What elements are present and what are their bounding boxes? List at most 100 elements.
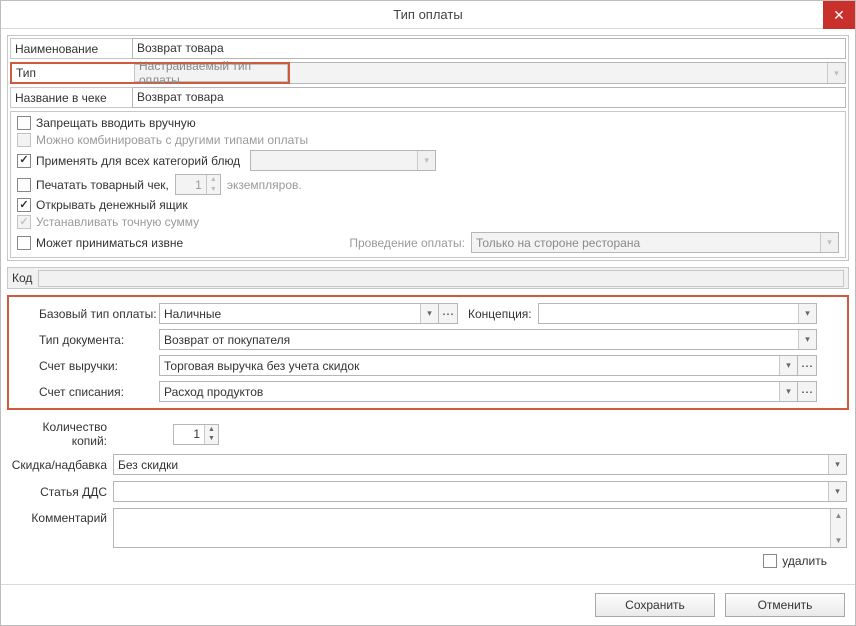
- writeoff-account-combo[interactable]: Расход продуктов ▾: [159, 381, 798, 402]
- upper-panel: Наименование Возврат товара Тип Настраив…: [7, 35, 849, 261]
- row-delete: удалить: [9, 554, 847, 568]
- apply-all-cats-checkbox[interactable]: [17, 154, 31, 168]
- comment-textarea[interactable]: ▲ ▼: [113, 508, 847, 548]
- doc-type-label: Тип документа:: [39, 333, 159, 347]
- code-input: [38, 270, 844, 287]
- name-input[interactable]: Возврат товара: [132, 38, 846, 59]
- processing-label: Проведение оплаты:: [349, 236, 465, 250]
- writeoff-account-ellipsis-button[interactable]: ⋯: [797, 381, 817, 402]
- cancel-button[interactable]: Отменить: [725, 593, 845, 617]
- row-dds: Статья ДДС ▾: [9, 481, 847, 502]
- base-type-combo[interactable]: Наличные ▾: [159, 303, 439, 324]
- open-drawer-label: Открывать денежный ящик: [36, 198, 188, 212]
- can-combine-label: Можно комбинировать с другими типами опл…: [36, 133, 308, 147]
- spin-up-icon[interactable]: ▲: [205, 425, 218, 435]
- row-revenue-account: Счет выручки: Торговая выручка без учета…: [39, 355, 817, 376]
- discount-label: Скидка/надбавка: [9, 458, 113, 472]
- row-open-drawer: Открывать денежный ящик: [17, 198, 839, 212]
- doc-type-combo[interactable]: Возврат от покупателя ▾: [159, 329, 817, 350]
- row-code: Код: [7, 267, 849, 289]
- revenue-account-ellipsis-button[interactable]: ⋯: [797, 355, 817, 376]
- base-payment-section: Базовый тип оплаты: Наличные ▾ ⋯ Концепц…: [7, 295, 849, 410]
- dds-label: Статья ДДС: [9, 485, 113, 499]
- close-button[interactable]: ✕: [823, 1, 855, 29]
- row-receipt-name: Название в чеке Возврат товара: [10, 87, 846, 108]
- receipt-name-label: Название в чеке: [10, 87, 132, 108]
- lower-section: Количество копий: 1 ▲▼ Скидка/надбавка Б…: [7, 416, 849, 574]
- accept-external-checkbox[interactable]: [17, 236, 31, 250]
- row-doc-type: Тип документа: Возврат от покупателя ▾: [39, 329, 817, 350]
- options-group: Запрещать вводить вручную Можно комбинир…: [10, 111, 846, 258]
- categories-combo: ▾: [250, 150, 436, 171]
- row-comment: Комментарий ▲ ▼: [9, 508, 847, 548]
- exact-amount-checkbox: [17, 215, 31, 229]
- dds-combo[interactable]: ▾: [113, 481, 847, 502]
- forbid-manual-label: Запрещать вводить вручную: [36, 116, 196, 130]
- row-copies: Количество копий: 1 ▲▼: [9, 420, 847, 448]
- row-accept-external: Может приниматься извне Проведение оплат…: [17, 232, 839, 253]
- type-combo: Настраиваемый тип оплаты: [134, 64, 288, 82]
- forbid-manual-checkbox[interactable]: [17, 116, 31, 130]
- titlebar: Тип оплаты ✕: [1, 1, 855, 29]
- spin-down-icon[interactable]: ▼: [205, 434, 218, 444]
- exact-amount-label: Устанавливать точную сумму: [36, 215, 199, 229]
- chevron-down-icon: ▾: [417, 151, 435, 170]
- comment-label: Комментарий: [9, 508, 113, 525]
- apply-all-cats-label: Применять для всех категорий блюд: [36, 154, 240, 168]
- chevron-down-icon: ▾: [827, 63, 845, 83]
- close-icon: ✕: [833, 8, 845, 22]
- footer: Сохранить Отменить: [1, 584, 855, 625]
- type-value: Настраиваемый тип оплаты: [139, 59, 287, 87]
- chevron-down-icon: ▾: [779, 382, 797, 401]
- window-title: Тип оплаты: [393, 7, 462, 22]
- print-copies-spinner: 1 ▲▼: [175, 174, 221, 195]
- row-name: Наименование Возврат товара: [10, 38, 846, 59]
- chevron-down-icon: ▾: [820, 233, 838, 252]
- accept-external-label: Может приниматься извне: [36, 236, 183, 250]
- save-button[interactable]: Сохранить: [595, 593, 715, 617]
- print-receipt-label: Печатать товарный чек,: [36, 178, 169, 192]
- dialog-window: Тип оплаты ✕ Наименование Возврат товара…: [0, 0, 856, 626]
- row-can-combine: Можно комбинировать с другими типами опл…: [17, 133, 839, 147]
- row-base-type: Базовый тип оплаты: Наличные ▾ ⋯ Концепц…: [39, 303, 817, 324]
- writeoff-account-label: Счет списания:: [39, 385, 159, 399]
- discount-combo[interactable]: Без скидки ▾: [113, 454, 847, 475]
- print-copies-suffix: экземпляров.: [227, 178, 302, 192]
- spin-up-icon: ▲: [207, 175, 220, 185]
- row-writeoff-account: Счет списания: Расход продуктов ▾ ⋯: [39, 381, 817, 402]
- revenue-account-label: Счет выручки:: [39, 359, 159, 373]
- row-apply-all-cats: Применять для всех категорий блюд ▾: [17, 150, 839, 171]
- chevron-down-icon: ▾: [828, 455, 846, 474]
- scroll-up-icon: ▲: [835, 511, 843, 520]
- can-combine-checkbox: [17, 133, 31, 147]
- base-type-label: Базовый тип оплаты:: [39, 307, 159, 321]
- chevron-down-icon: ▾: [798, 330, 816, 349]
- concept-combo[interactable]: ▾: [538, 303, 817, 324]
- type-label: Тип: [16, 66, 36, 80]
- receipt-name-input[interactable]: Возврат товара: [132, 87, 846, 108]
- base-type-ellipsis-button[interactable]: ⋯: [438, 303, 458, 324]
- delete-label: удалить: [782, 554, 827, 568]
- content-area: Наименование Возврат товара Тип Настраив…: [1, 29, 855, 584]
- delete-checkbox[interactable]: [763, 554, 777, 568]
- copies-label: Количество копий:: [9, 420, 113, 448]
- print-receipt-checkbox[interactable]: [17, 178, 31, 192]
- concept-label: Концепция:: [468, 307, 532, 321]
- row-forbid-manual: Запрещать вводить вручную: [17, 116, 839, 130]
- chevron-down-icon: ▾: [828, 482, 846, 501]
- row-exact-amount: Устанавливать точную сумму: [17, 215, 839, 229]
- chevron-down-icon: ▾: [779, 356, 797, 375]
- row-print-receipt: Печатать товарный чек, 1 ▲▼ экземпляров.: [17, 174, 839, 195]
- name-label: Наименование: [10, 38, 132, 59]
- copies-spinner[interactable]: 1 ▲▼: [173, 424, 219, 445]
- revenue-account-combo[interactable]: Торговая выручка без учета скидок ▾: [159, 355, 798, 376]
- open-drawer-checkbox[interactable]: [17, 198, 31, 212]
- chevron-down-icon: ▾: [798, 304, 816, 323]
- type-combo-ext: ▾: [290, 62, 846, 84]
- scroll-down-icon: ▼: [835, 536, 843, 545]
- spin-down-icon: ▼: [207, 185, 220, 195]
- row-discount: Скидка/надбавка Без скидки ▾: [9, 454, 847, 475]
- scrollbar[interactable]: ▲ ▼: [830, 509, 846, 547]
- processing-combo: Только на стороне ресторана ▾: [471, 232, 839, 253]
- row-type: Тип Настраиваемый тип оплаты ▾: [10, 62, 846, 84]
